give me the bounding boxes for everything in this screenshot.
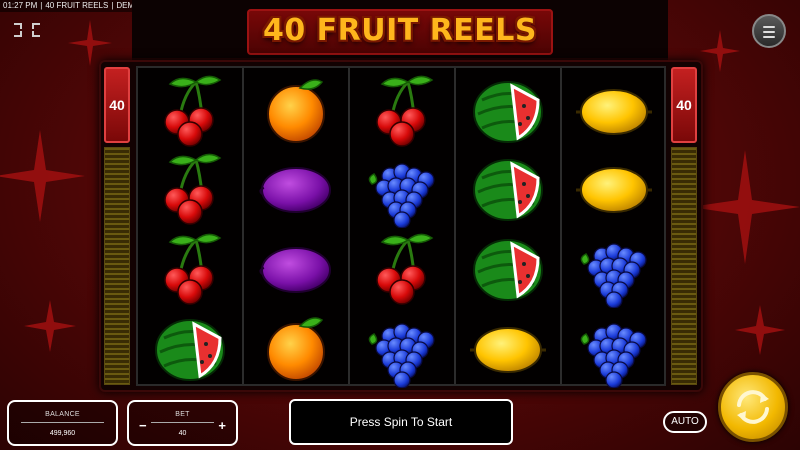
hamburger-menu-icon bbox=[763, 36, 775, 38]
expand-arrows-icon[interactable] bbox=[12, 20, 42, 40]
grapes-symbol bbox=[368, 163, 435, 228]
cherries-symbol bbox=[376, 75, 434, 147]
game-name: 40 FRUIT REELS bbox=[45, 1, 109, 10]
logo-banner: 40 FRUIT REELS bbox=[132, 0, 668, 60]
hamburger-menu-icon bbox=[763, 26, 775, 28]
grapes-symbol bbox=[580, 323, 647, 388]
cherries-symbol bbox=[164, 75, 222, 147]
lemon-symbol bbox=[576, 167, 652, 213]
cherries-symbol bbox=[164, 233, 222, 305]
status-bar: 01:27 PM | 40 FRUIT REELS | DEMO bbox=[0, 0, 140, 12]
payline-count-right: 40 bbox=[671, 67, 697, 143]
autoplay-button[interactable]: AUTO bbox=[663, 411, 707, 433]
reel-separator bbox=[242, 68, 244, 384]
plum-symbol bbox=[259, 167, 331, 213]
balance-value: 499,960 bbox=[49, 430, 76, 437]
cherries-symbol bbox=[376, 233, 434, 305]
spin-arrows-icon bbox=[737, 390, 769, 424]
game-logo: 40 FRUIT REELS bbox=[262, 13, 538, 48]
clock-time: 01:27 PM bbox=[3, 1, 38, 10]
reel-separator bbox=[560, 68, 562, 384]
payline-meter-right bbox=[671, 147, 697, 385]
orange-symbol bbox=[267, 317, 325, 381]
grapes-symbol bbox=[368, 323, 435, 388]
plum-symbol bbox=[259, 247, 331, 293]
watermelon-symbol bbox=[155, 319, 225, 381]
separator: | bbox=[111, 1, 114, 10]
bet-panel: BET 40 − + bbox=[127, 400, 238, 446]
lemon-symbol bbox=[470, 327, 546, 373]
divider bbox=[151, 422, 214, 423]
separator: | bbox=[40, 1, 43, 10]
watermelon-symbol bbox=[473, 239, 543, 301]
balance-panel: BALANCE 499,960 bbox=[7, 400, 118, 446]
payline-count-left: 40 bbox=[104, 67, 130, 143]
watermelon-symbol bbox=[473, 159, 543, 221]
lemon-symbol bbox=[576, 89, 652, 135]
bet-increase-button[interactable]: + bbox=[218, 418, 226, 433]
bet-decrease-button[interactable]: − bbox=[139, 418, 147, 433]
divider bbox=[21, 422, 104, 423]
spin-button[interactable] bbox=[718, 372, 788, 442]
menu-button[interactable] bbox=[752, 14, 786, 48]
payline-meter-left bbox=[104, 147, 130, 385]
watermelon-symbol bbox=[473, 81, 543, 143]
grapes-symbol bbox=[580, 243, 647, 308]
reel-separator bbox=[348, 68, 350, 384]
balance-label: BALANCE bbox=[45, 411, 80, 418]
hamburger-menu-icon bbox=[763, 31, 775, 33]
status-message: Press Spin To Start bbox=[289, 399, 513, 445]
reel-separator bbox=[454, 68, 456, 384]
orange-symbol bbox=[267, 79, 325, 143]
cherries-symbol bbox=[164, 153, 222, 225]
bet-label: BET bbox=[175, 411, 190, 418]
